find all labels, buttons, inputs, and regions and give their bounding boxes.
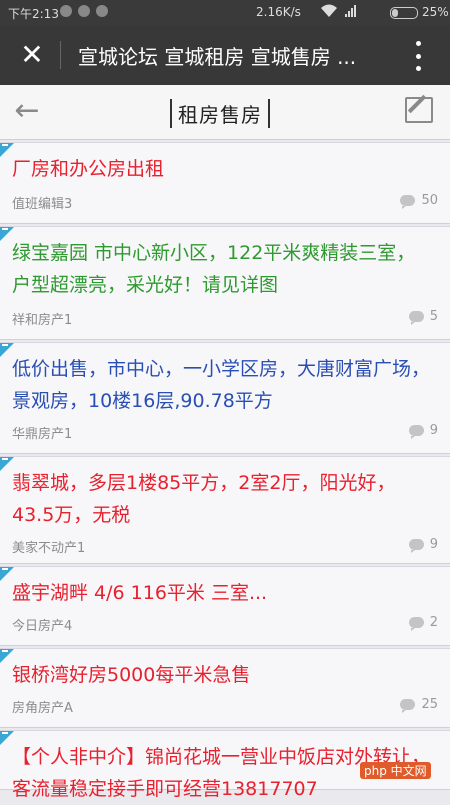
battery-percent: 25% <box>422 5 449 19</box>
status-time: 下午2:13 <box>8 7 59 21</box>
list-item[interactable]: 银桥湾好房5000每平米急售 房角房产A 25 <box>0 648 450 728</box>
comment-count-value: 9 <box>429 423 438 438</box>
comment-icon <box>408 617 424 631</box>
post-author: 房角房产A <box>12 701 73 716</box>
list-item[interactable]: 盛宇湖畔 4/6 116平米 三室... 今日房产4 2 <box>0 566 450 646</box>
signal-icon <box>345 5 356 17</box>
list-item[interactable]: 翡翠城，多层1楼85平方，2室2厅，阳光好，43.5万，无税 美家不动产1 9 <box>0 456 450 564</box>
wechat-title-bar: ✕ 宣城论坛 宣城租房 宣城售房 ... <box>0 25 450 85</box>
comment-count: 9 <box>408 423 438 439</box>
battery-icon <box>390 7 418 19</box>
list-item[interactable]: 厂房和办公房出租 值班编辑3 50 <box>0 142 450 224</box>
comment-count: 25 <box>400 697 438 713</box>
post-author: 祥和房产1 <box>12 313 73 328</box>
comment-count: 5 <box>408 309 438 325</box>
post-author: 值班编辑3 <box>12 197 73 212</box>
comment-count: 2 <box>408 615 438 631</box>
divider <box>60 41 61 69</box>
list-item[interactable]: 低价出售，市中心，一小学区房，大唐财富广场，景观房，10楼16层,90.78平方… <box>0 342 450 454</box>
notification-icon <box>78 5 90 17</box>
back-arrow-icon[interactable]: ← <box>10 95 44 129</box>
comment-count-value: 9 <box>429 537 438 552</box>
compose-icon[interactable] <box>405 97 433 123</box>
post-title[interactable]: 银桥湾好房5000每平米急售 <box>12 659 432 691</box>
page-title: 租房售房 <box>170 99 270 128</box>
list-item[interactable]: 绿宝嘉园 市中心新小区，122平米爽精装三室，户型超漂亮，采光好！请见详图 祥和… <box>0 226 450 340</box>
list-item[interactable]: 【个人非中介】锦尚花城一营业中饭店对外转让，客流量稳定接手即可经营1381770… <box>0 730 450 800</box>
post-author: 美家不动产1 <box>12 541 86 556</box>
forum-header: ← 租房售房 <box>0 85 450 140</box>
notification-icon <box>60 5 72 17</box>
post-author: 今日房产4 <box>12 619 73 634</box>
status-bar: 下午2:13 2.16K/s 25% <box>0 0 450 25</box>
post-title[interactable]: 翡翠城，多层1楼85平方，2室2厅，阳光好，43.5万，无税 <box>12 467 432 531</box>
more-menu-icon[interactable] <box>406 41 430 71</box>
comment-count-value: 5 <box>429 309 438 324</box>
status-notification-icons <box>60 5 108 17</box>
post-title[interactable]: 绿宝嘉园 市中心新小区，122平米爽精装三室，户型超漂亮，采光好！请见详图 <box>12 237 432 301</box>
comment-count-value: 2 <box>429 615 438 630</box>
comment-icon <box>400 699 416 713</box>
network-speed: 2.16K/s <box>256 5 301 19</box>
comment-count: 50 <box>400 193 438 209</box>
wifi-icon <box>320 3 338 22</box>
post-title[interactable]: 盛宇湖畔 4/6 116平米 三室... <box>12 577 432 609</box>
comment-icon <box>408 539 424 553</box>
post-title[interactable]: 低价出售，市中心，一小学区房，大唐财富广场，景观房，10楼16层,90.78平方 <box>12 353 432 417</box>
close-icon[interactable]: ✕ <box>14 37 50 73</box>
watermark: php 中文网 <box>360 762 431 779</box>
comment-count: 9 <box>408 537 438 553</box>
post-title[interactable]: 厂房和办公房出租 <box>12 153 432 185</box>
comment-count-value: 25 <box>421 697 438 712</box>
post-author: 华鼎房产1 <box>12 427 73 442</box>
comment-icon <box>408 311 424 325</box>
signal-icon-2 <box>367 5 370 17</box>
window-title: 宣城论坛 宣城租房 宣城售房 ... <box>78 45 357 69</box>
comment-icon <box>408 425 424 439</box>
notification-icon <box>96 5 108 17</box>
comment-count-value: 50 <box>421 193 438 208</box>
comment-icon <box>400 195 416 209</box>
